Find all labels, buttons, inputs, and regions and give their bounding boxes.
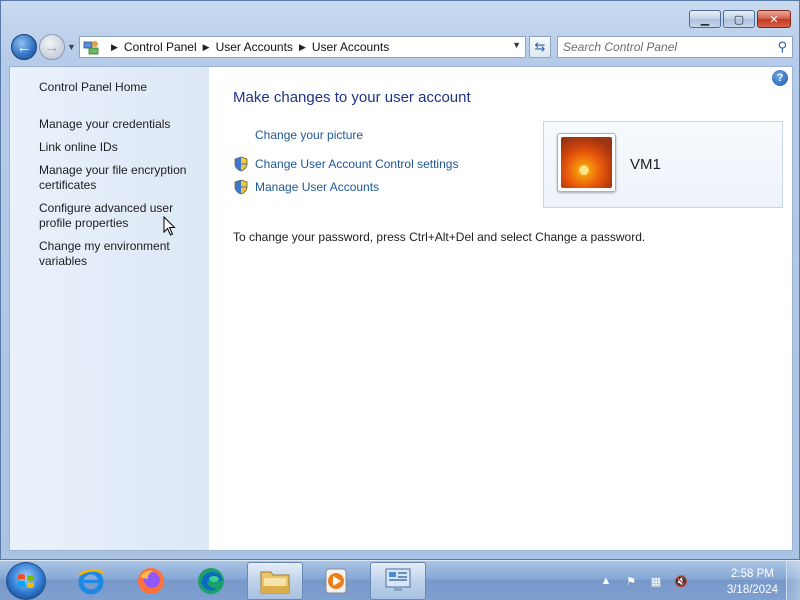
caption-buttons: ▁ ▢ ✕ [689, 10, 791, 28]
sidebar-item-link-online-ids[interactable]: Link online IDs [39, 140, 204, 155]
content-area: Control Panel Home Manage your credentia… [9, 66, 793, 551]
user-name: VM1 [630, 156, 661, 173]
address-bar[interactable]: ▶ Control Panel ▶ User Accounts ▶ User A… [79, 36, 526, 58]
forward-button[interactable]: → [39, 34, 65, 60]
breadcrumb-item-user-accounts-current[interactable]: User Accounts [312, 40, 389, 54]
back-button[interactable]: ← [11, 34, 37, 60]
refresh-icon: ⇆ [534, 39, 546, 54]
clock[interactable]: 2:58 PM 3/18/2024 [727, 566, 778, 598]
close-button[interactable]: ✕ [757, 10, 791, 28]
task-label: Manage User Accounts [255, 180, 380, 194]
control-panel-icon [83, 41, 99, 55]
close-icon: ✕ [769, 13, 779, 26]
manage-user-accounts-link[interactable]: Manage User Accounts [233, 179, 379, 195]
taskbar-firefox[interactable] [123, 562, 179, 600]
mouse-cursor-icon [163, 216, 176, 236]
show-desktop-button[interactable] [786, 561, 800, 600]
sidebar-item-file-encryption[interactable]: Manage your file encryption certificates [39, 163, 204, 193]
sidebar-item-environment-variables[interactable]: Change my environment variables [39, 239, 204, 269]
chevron-right-icon[interactable]: ▶ [203, 42, 210, 53]
control-panel-icon [385, 568, 411, 591]
chevron-right-icon[interactable]: ▶ [299, 42, 306, 53]
taskbar: ▲ ⚑ ▦ 🔇 2:58 PM 3/18/2024 [0, 560, 800, 600]
control-panel-window: ▁ ▢ ✕ ← → ▼ ▶ Control Panel ▶ User Accou… [0, 0, 800, 560]
maximize-icon: ▢ [733, 13, 745, 26]
firefox-icon [138, 568, 164, 594]
search-icon[interactable]: ⚲ [777, 39, 787, 55]
network-icon[interactable]: ▦ [648, 573, 664, 589]
task-label: Change your picture [255, 128, 364, 142]
help-icon[interactable]: ? [772, 70, 788, 86]
navigation-bar: ← → ▼ ▶ Control Panel ▶ User Accounts ▶ … [9, 34, 793, 60]
chevron-up-icon: ▲ [600, 575, 612, 587]
refresh-button[interactable]: ⇆ [529, 36, 551, 58]
show-hidden-icons-button[interactable]: ▲ [598, 573, 614, 589]
sidebar: Control Panel Home Manage your credentia… [10, 67, 209, 550]
breadcrumb-item-control-panel[interactable]: Control Panel [124, 40, 197, 54]
internet-explorer-icon [78, 569, 105, 595]
page-title: Make changes to your user account [233, 89, 471, 106]
password-info-text: To change your password, press Ctrl+Alt+… [233, 230, 646, 244]
recent-pages-dropdown[interactable]: ▼ [67, 42, 76, 52]
sidebar-item-manage-credentials[interactable]: Manage your credentials [39, 117, 204, 132]
media-player-icon [325, 568, 347, 594]
chevron-right-icon: ▶ [111, 41, 118, 52]
sidebar-item-control-panel-home[interactable]: Control Panel Home [39, 80, 204, 95]
search-box[interactable]: ⚲ [557, 36, 793, 58]
change-picture-link[interactable]: Change your picture [255, 128, 363, 142]
start-button[interactable] [6, 562, 46, 600]
minimize-icon: ▁ [700, 13, 710, 26]
action-center-flag-icon[interactable]: ⚑ [623, 573, 639, 589]
taskbar-edge[interactable] [183, 562, 239, 600]
taskbar-media-player[interactable] [308, 562, 364, 600]
uac-shield-icon [234, 156, 248, 172]
windows-explorer-icon [260, 571, 290, 594]
taskbar-internet-explorer[interactable] [63, 562, 119, 600]
uac-shield-icon [234, 179, 248, 195]
sidebar-item-advanced-profile[interactable]: Configure advanced user profile properti… [39, 201, 204, 231]
clock-time: 2:58 PM [731, 568, 774, 580]
taskbar-windows-explorer[interactable] [247, 562, 303, 600]
clock-date: 3/18/2024 [726, 584, 778, 596]
breadcrumb-item-user-accounts[interactable]: User Accounts [216, 40, 293, 54]
volume-muted-icon[interactable]: 🔇 [673, 573, 689, 589]
chevron-down-icon[interactable]: ▼ [512, 40, 521, 50]
search-input[interactable] [558, 37, 763, 57]
maximize-button[interactable]: ▢ [723, 10, 755, 28]
taskbar-control-panel[interactable] [370, 562, 426, 600]
back-arrow-icon: ← [16, 38, 32, 56]
user-account-card: VM1 [543, 121, 783, 208]
breadcrumb: ▶ Control Panel ▶ User Accounts ▶ User A… [105, 40, 389, 54]
uac-settings-link[interactable]: Change User Account Control settings [233, 156, 458, 172]
edge-icon [198, 568, 224, 594]
avatar [557, 133, 616, 192]
system-tray: ▲ ⚑ ▦ 🔇 [598, 561, 698, 600]
task-label: Change User Account Control settings [255, 157, 459, 171]
flower-picture-icon [561, 137, 612, 188]
minimize-button[interactable]: ▁ [689, 10, 721, 28]
windows-logo-icon [18, 574, 34, 588]
forward-arrow-icon: → [44, 38, 60, 56]
